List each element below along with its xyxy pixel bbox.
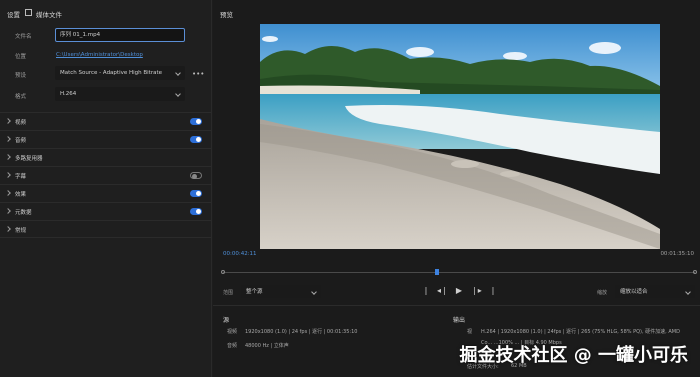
filename-label: 文件名 — [15, 34, 32, 40]
section-multiplexer[interactable]: 多路复用器 — [0, 148, 211, 166]
output-video-label: 视 — [467, 329, 473, 335]
metadata-toggle[interactable] — [190, 208, 202, 215]
zoom-value: 缩放以适合 — [620, 289, 648, 295]
section-effects[interactable]: 效果 — [0, 184, 211, 202]
step-forward-icon[interactable]: ❘▸ — [471, 286, 482, 296]
section-label: 音频 — [15, 138, 27, 144]
duration-timecode: 00:01:35:10 — [660, 251, 694, 257]
section-label: 常规 — [15, 228, 27, 234]
play-icon[interactable]: ▶ — [454, 286, 464, 296]
source-audio-value: 48000 Hz | 立体声 — [245, 343, 289, 349]
source-title: 源 — [223, 317, 230, 324]
set-in-point-icon[interactable]: ❘ — [421, 286, 431, 296]
chevron-down-icon — [175, 91, 181, 97]
source-audio-label: 音频 — [227, 343, 238, 349]
section-captions[interactable]: 字幕 — [0, 166, 211, 184]
media-file-label: 媒体文件 — [36, 11, 62, 19]
output-title: 输出 — [453, 317, 466, 324]
in-point-marker[interactable] — [221, 270, 225, 274]
step-back-icon[interactable]: ◂❘ — [437, 286, 448, 296]
chevron-right-icon — [5, 118, 11, 124]
chevron-down-icon — [685, 289, 691, 295]
section-label: 元数据 — [15, 210, 32, 216]
current-timecode[interactable]: 00:00:42:11 — [223, 251, 257, 257]
filename-field[interactable]: 序列 01_1.mp4 — [55, 28, 185, 42]
timeline-scrubber[interactable] — [221, 269, 697, 275]
effects-toggle[interactable] — [190, 190, 202, 197]
preset-dropdown[interactable]: Match Source - Adaptive High Bitrate — [55, 66, 185, 80]
format-label: 格式 — [15, 94, 27, 100]
zoom-label: 缩放 — [597, 290, 608, 296]
preset-label: 预设 — [15, 73, 27, 79]
settings-title: 设置 — [7, 11, 20, 19]
section-metadata[interactable]: 元数据 — [0, 202, 211, 220]
source-video-label: 视频 — [227, 329, 238, 335]
chevron-right-icon — [5, 136, 11, 142]
preview-title: 预览 — [220, 11, 233, 19]
preview-panel: 预览 00:00:42:11 00:01:35:10 范围 整个源 ❘ ◂❘ ▶… — [213, 0, 700, 377]
preset-value: Match Source - Adaptive High Bitrate — [60, 70, 163, 76]
playhead-handle[interactable] — [435, 269, 440, 275]
chevron-right-icon — [5, 190, 11, 196]
export-icon — [25, 9, 32, 16]
range-label: 范围 — [223, 290, 234, 296]
timeline-track — [223, 272, 695, 273]
range-dropdown[interactable]: 整个源 — [241, 285, 321, 298]
chevron-down-icon — [175, 70, 181, 76]
chevron-down-icon — [311, 289, 317, 295]
chevron-right-icon — [5, 154, 11, 160]
section-general[interactable]: 常规 — [0, 220, 211, 238]
section-label: 多路复用器 — [15, 156, 43, 162]
zoom-dropdown[interactable]: 缩放以适合 — [615, 285, 695, 298]
section-label: 字幕 — [15, 174, 27, 180]
source-video-value: 1920x1080 (1.0) | 24 fps | 逐行 | 00:01:35… — [245, 329, 358, 335]
more-options-icon[interactable]: ••• — [192, 70, 204, 78]
section-audio[interactable]: 音频 — [0, 130, 211, 148]
section-label: 效果 — [15, 192, 27, 198]
location-link[interactable]: C:\Users\Administrator\Desktop — [56, 52, 143, 58]
format-value: H.264 — [60, 91, 77, 97]
range-value: 整个源 — [246, 289, 263, 295]
out-point-marker[interactable] — [693, 270, 697, 274]
chevron-right-icon — [5, 226, 11, 232]
chevron-right-icon — [5, 172, 11, 178]
watermark-text: 掘金技术社区 @ 一罐小可乐 — [459, 345, 688, 366]
video-toggle[interactable] — [190, 118, 202, 125]
chevron-right-icon — [5, 208, 11, 214]
audio-toggle[interactable] — [190, 136, 202, 143]
location-label: 位置 — [15, 54, 27, 60]
format-dropdown[interactable]: H.264 — [55, 87, 185, 101]
divider — [213, 305, 700, 306]
beach-scene-image — [260, 24, 660, 249]
video-preview — [260, 24, 660, 249]
set-out-point-icon[interactable]: ❘ — [488, 286, 498, 296]
captions-toggle[interactable] — [190, 172, 202, 179]
section-video[interactable]: 视频 — [0, 112, 211, 130]
output-video-value: H.264 | 1920x1080 (1.0) | 24fps | 逐行 | 2… — [481, 329, 680, 335]
section-label: 视频 — [15, 120, 27, 126]
export-settings-panel: 设置 媒体文件 文件名 序列 01_1.mp4 位置 C:\Users\Admi… — [0, 0, 212, 377]
